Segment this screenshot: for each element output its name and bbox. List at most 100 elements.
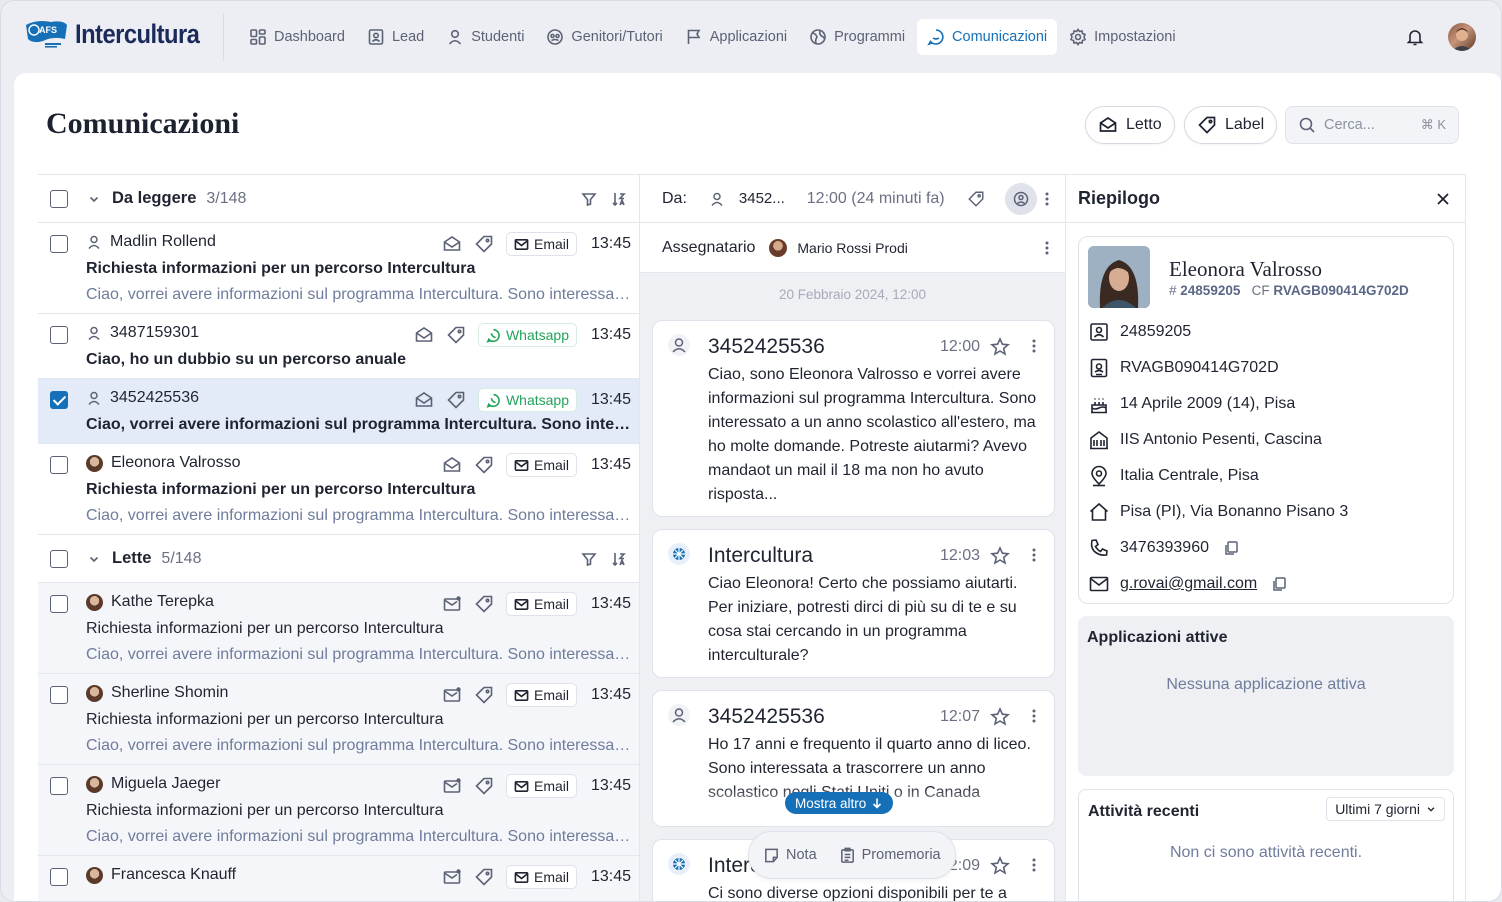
group-header-read[interactable]: Lette 5/148 (38, 535, 639, 583)
tag-icon[interactable] (474, 594, 494, 614)
tag-icon[interactable] (474, 455, 494, 475)
mark-unread-icon[interactable] (442, 867, 462, 887)
filter-icon[interactable] (581, 551, 597, 567)
row-checkbox[interactable] (50, 391, 68, 409)
assign-user-button[interactable] (1004, 182, 1037, 215)
mark-read-icon[interactable] (414, 325, 434, 345)
add-note-button[interactable]: Nota (763, 847, 817, 864)
tag-icon[interactable] (474, 776, 494, 796)
tag-icon[interactable] (446, 325, 466, 345)
assignee-name[interactable]: Mario Rossi Prodi (797, 240, 907, 256)
row-checkbox[interactable] (50, 595, 68, 613)
copy-icon[interactable] (1223, 540, 1239, 556)
message-time: 13:45 (590, 595, 631, 612)
list-item[interactable]: Francesca Knauff Email 13:45 (38, 856, 639, 901)
select-all-checkbox[interactable] (50, 189, 68, 208)
tag-icon[interactable] (967, 190, 985, 208)
row-checkbox[interactable] (50, 868, 68, 886)
list-item[interactable]: Miguela Jaeger Email 13:45 Richiesta inf… (38, 765, 639, 856)
channel-label: Email (533, 236, 569, 252)
user-avatar[interactable] (1448, 23, 1476, 51)
location-icon (1091, 465, 1107, 487)
whatsapp-icon (486, 328, 500, 343)
avatar (86, 684, 103, 702)
top-navbar: AFS Intercultura Dashboard Lead Studenti (1, 1, 1501, 73)
select-all-checkbox[interactable] (50, 549, 68, 568)
list-item[interactable]: Madlin Rollend Email 13:45 Richiesta inf… (38, 223, 639, 314)
gear-icon (1070, 28, 1087, 46)
nav-comunicazioni[interactable]: Comunicazioni (917, 19, 1058, 55)
search-input[interactable]: Cerca... ⌘ K (1285, 106, 1459, 144)
list-item[interactable]: Sherline Shomin Email 13:45 Richiesta in… (38, 674, 639, 765)
nav-impostazioni[interactable]: Impostazioni (1059, 19, 1185, 55)
sort-icon[interactable] (611, 191, 627, 207)
mail-icon (1089, 576, 1109, 592)
mark-unread-icon[interactable] (442, 776, 462, 796)
list-item[interactable]: 3487159301 Whatsapp 13:45 Ciao, ho un du… (38, 314, 639, 379)
group-header-unread[interactable]: Da leggere 3/148 (38, 175, 639, 223)
star-icon[interactable] (990, 707, 1010, 727)
mark-unread-icon[interactable] (442, 685, 462, 705)
mark-read-button[interactable]: Letto (1085, 106, 1175, 144)
show-more-button[interactable]: Mostra altro (785, 792, 894, 814)
chevron-down-icon[interactable] (88, 193, 100, 205)
star-icon[interactable] (990, 546, 1010, 566)
tag-icon[interactable] (474, 867, 494, 887)
add-reminder-button[interactable]: Promemoria (839, 847, 941, 864)
channel-badge: Whatsapp (477, 323, 577, 347)
nav-studenti[interactable]: Studenti (436, 19, 534, 55)
bell-icon[interactable] (1405, 27, 1425, 47)
star-icon[interactable] (990, 337, 1010, 357)
mark-read-icon[interactable] (414, 390, 434, 410)
close-icon[interactable] (1435, 191, 1451, 207)
info-text[interactable]: 3476393960 (1120, 539, 1209, 557)
star-icon[interactable] (990, 856, 1010, 876)
message-preview: Ciao, vorrei avere informazioni sul prog… (86, 286, 631, 303)
nav-genitori[interactable]: Genitori/Tutori (536, 19, 672, 55)
list-item-selected[interactable]: 3452425536 Whatsapp 13:45 Ciao, vorrei a… (38, 379, 639, 444)
filter-icon[interactable] (581, 191, 597, 207)
tag-icon[interactable] (474, 234, 494, 254)
assignee-row: Assegnatario Mario Rossi Prodi (640, 223, 1065, 273)
label-button[interactable]: Label (1184, 106, 1278, 144)
more-vertical-icon[interactable] (1032, 709, 1036, 723)
logo[interactable]: AFS Intercultura (23, 17, 216, 51)
mark-unread-icon[interactable] (442, 594, 462, 614)
nav-dashboard[interactable]: Dashboard (239, 19, 355, 55)
row-checkbox[interactable] (50, 235, 68, 253)
more-vertical-icon[interactable] (1045, 241, 1049, 255)
more-vertical-icon[interactable] (1045, 192, 1049, 206)
list-item[interactable]: Kathe Terepka Email 13:45 Richiesta info… (38, 583, 639, 674)
row-checkbox[interactable] (50, 777, 68, 795)
more-vertical-icon[interactable] (1032, 548, 1036, 562)
nav-label: Applicazioni (709, 29, 788, 45)
sort-icon[interactable] (611, 551, 627, 567)
activity-range-select[interactable]: Ultimi 7 giorni (1326, 797, 1445, 821)
message-sender: Intercultura (708, 544, 814, 567)
chevron-down-icon[interactable] (88, 553, 100, 565)
message-time: 12:03 (939, 547, 980, 564)
list-item[interactable]: Eleonora Valrosso Email 13:45 Richiesta … (38, 444, 639, 535)
user-icon (668, 704, 690, 726)
message-subject: Richiesta informazioni per un percorso I… (86, 620, 444, 637)
more-vertical-icon[interactable] (1032, 858, 1036, 872)
more-vertical-icon[interactable] (1032, 339, 1036, 353)
nav-lead[interactable]: Lead (357, 19, 434, 55)
mark-read-icon[interactable] (442, 234, 462, 254)
row-checkbox[interactable] (50, 686, 68, 704)
tag-icon[interactable] (474, 685, 494, 705)
channel-badge: Email (505, 683, 577, 707)
from-value[interactable]: 3452... (739, 190, 785, 207)
row-checkbox[interactable] (50, 456, 68, 474)
chat-message[interactable]: Intercultura 12:03 Ciao Eleonora! Certo … (652, 529, 1055, 678)
tag-icon[interactable] (446, 390, 466, 410)
sender-name: Madlin Rollend (110, 233, 216, 250)
nav-applicazioni[interactable]: Applicazioni (675, 19, 797, 55)
copy-icon[interactable] (1271, 576, 1287, 592)
mark-read-icon[interactable] (442, 455, 462, 475)
info-text: RVAGB090414G702D (1120, 359, 1279, 376)
chat-message[interactable]: 3452425536 12:00 Ciao, sono Eleonora Val… (652, 320, 1055, 517)
nav-programmi[interactable]: Programmi (799, 19, 915, 55)
email-link[interactable]: g.rovai@gmail.com (1120, 575, 1257, 593)
row-checkbox[interactable] (50, 326, 68, 344)
